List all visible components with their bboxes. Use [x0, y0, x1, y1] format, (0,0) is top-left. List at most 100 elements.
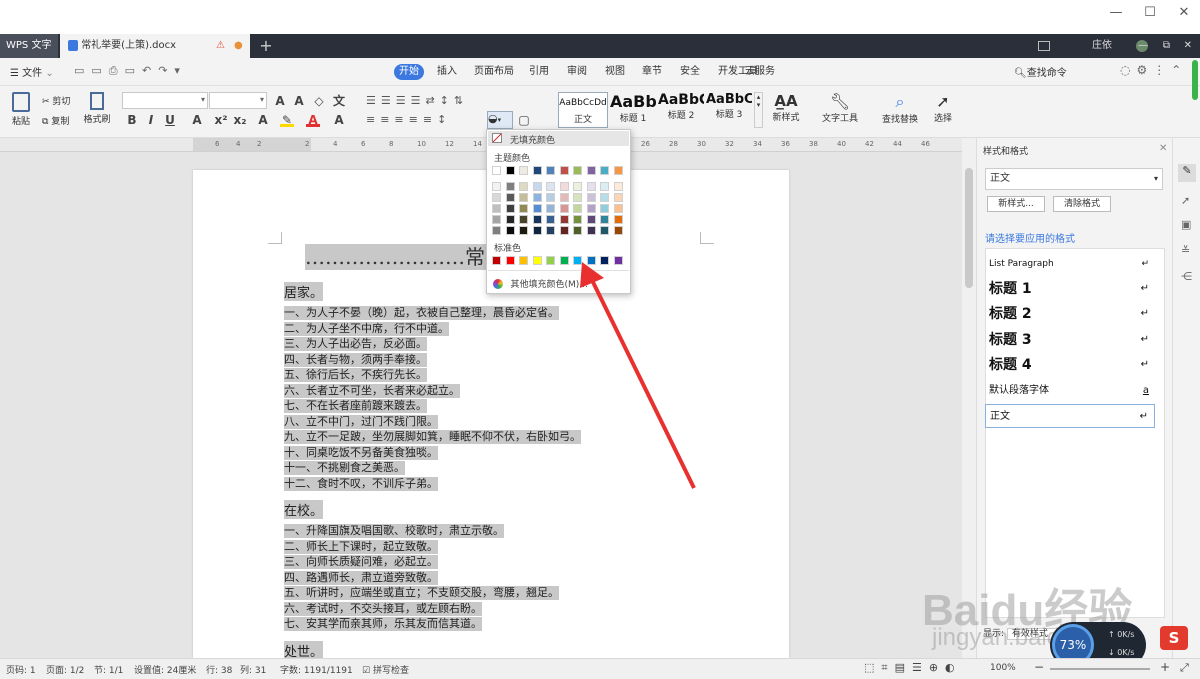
color-swatch[interactable]: [546, 204, 555, 213]
color-swatch[interactable]: [559, 256, 569, 265]
copy-button[interactable]: ⧉ 复制: [42, 114, 69, 127]
style-heading-3-item[interactable]: 标题 3 ↵: [985, 328, 1155, 352]
color-swatch[interactable]: [559, 215, 569, 224]
superscript-icon[interactable]: x²: [214, 113, 228, 127]
document-tab[interactable]: 常礼举要(上策).docx ⚠ ●: [60, 34, 250, 58]
color-swatch[interactable]: [505, 182, 515, 191]
color-swatch[interactable]: [600, 204, 609, 213]
paragraph-tools-top[interactable]: ☰☰☰☰⇄↕⇅: [366, 94, 468, 107]
color-swatch[interactable]: [532, 166, 542, 175]
color-swatch[interactable]: [600, 182, 609, 191]
color-swatch[interactable]: [505, 204, 515, 213]
color-swatch[interactable]: [505, 226, 515, 235]
format-painter-button[interactable]: 格式刷: [82, 92, 112, 125]
color-swatch[interactable]: [600, 226, 609, 235]
color-swatch[interactable]: [546, 166, 555, 175]
phonetic-icon[interactable]: 文: [332, 94, 346, 108]
grow-font-icon[interactable]: A: [273, 94, 287, 108]
color-swatch[interactable]: [546, 182, 555, 191]
color-swatch[interactable]: [519, 182, 528, 191]
color-swatch[interactable]: [559, 166, 569, 175]
style-normal[interactable]: AaBbCcDd 正文: [558, 92, 608, 128]
zoom-slider[interactable]: [1050, 668, 1150, 670]
color-swatch[interactable]: [546, 193, 555, 202]
color-swatch[interactable]: [600, 166, 609, 175]
current-style-select[interactable]: 正文 ▾: [985, 168, 1163, 190]
close-doc-icon[interactable]: ✕: [1184, 34, 1192, 58]
no-fill-option[interactable]: 无填充颜色: [488, 131, 629, 146]
italic-icon[interactable]: I: [144, 113, 158, 127]
top-right-icons[interactable]: ◌⚙⋮⌃: [1120, 63, 1187, 77]
color-swatch[interactable]: [586, 226, 596, 235]
search-command[interactable]: 🔍︎查找命令: [1014, 64, 1067, 79]
color-swatch[interactable]: [505, 166, 515, 175]
file-menu[interactable]: ☰ 文件 ⌄: [10, 64, 54, 79]
color-swatch[interactable]: [532, 204, 542, 213]
color-swatch[interactable]: [586, 204, 596, 213]
fullscreen-icon[interactable]: ⤢: [1180, 661, 1189, 675]
color-swatch[interactable]: [613, 166, 623, 175]
add-tab-button[interactable]: +: [256, 34, 276, 58]
style-default-font-item[interactable]: 默认段落字体 a: [985, 379, 1155, 403]
color-swatch[interactable]: [505, 193, 515, 202]
new-style-panel-button[interactable]: 新样式...: [987, 196, 1045, 212]
color-swatch[interactable]: [573, 215, 582, 224]
highlight-icon[interactable]: ✎: [280, 113, 294, 127]
color-swatch[interactable]: [573, 182, 582, 191]
color-swatch[interactable]: [613, 204, 623, 213]
color-swatch[interactable]: [586, 166, 596, 175]
tab-start[interactable]: 开始: [394, 64, 424, 80]
window-mode-icon[interactable]: [1038, 41, 1050, 51]
color-swatch[interactable]: [559, 204, 569, 213]
style-normal-item[interactable]: 正文 ↵: [985, 404, 1155, 428]
underline-icon[interactable]: U: [163, 113, 177, 127]
new-style-button[interactable]: A̲A 新样式: [768, 92, 804, 123]
view-mode-buttons[interactable]: ⬚⌗▤☰⊕◐: [864, 661, 962, 675]
wps-home-tab[interactable]: WPS 文字: [0, 34, 58, 58]
color-swatch[interactable]: [613, 193, 623, 202]
select-button[interactable]: ➚ 选择: [928, 92, 958, 124]
tab-page-layout[interactable]: 页面布局: [469, 64, 519, 80]
quick-access-toolbar[interactable]: ▭▭⎙▭↶↷▾: [74, 64, 187, 78]
box-icon[interactable]: ▣: [1181, 218, 1191, 231]
color-swatch[interactable]: [519, 256, 528, 265]
color-swatch[interactable]: [532, 193, 542, 202]
tab-view[interactable]: 视图: [600, 64, 630, 80]
style-heading-2[interactable]: AaBbC 标题 2: [658, 92, 704, 128]
color-swatch[interactable]: [519, 226, 528, 235]
minimize-button[interactable]: —: [1098, 0, 1134, 26]
paragraph-tools-bottom[interactable]: ≡≡≡≡≡↕: [366, 113, 451, 126]
font-color-icon[interactable]: A: [306, 113, 320, 127]
color-swatch[interactable]: [586, 215, 596, 224]
color-swatch[interactable]: [586, 182, 596, 191]
zoom-out-icon[interactable]: −: [1034, 660, 1044, 674]
style-heading-4-item[interactable]: 标题 4 ↵: [985, 353, 1155, 377]
color-swatch[interactable]: [559, 226, 569, 235]
clear-format-button[interactable]: 清除格式: [1053, 196, 1111, 212]
scroll-thumb[interactable]: [965, 168, 973, 288]
color-swatch[interactable]: [492, 215, 501, 224]
color-swatch[interactable]: [573, 193, 582, 202]
find-replace-button[interactable]: ⌕ 查找替换: [878, 92, 922, 125]
color-swatch[interactable]: [519, 204, 528, 213]
color-swatch[interactable]: [519, 193, 528, 202]
color-swatch[interactable]: [492, 256, 501, 265]
tab-review[interactable]: 审阅: [562, 64, 592, 80]
color-swatch[interactable]: [546, 226, 555, 235]
font-size-select[interactable]: ▾: [209, 92, 267, 109]
user-name[interactable]: 庄依: [1092, 34, 1112, 58]
color-swatch[interactable]: [559, 182, 569, 191]
paste-button[interactable]: 粘贴: [8, 92, 34, 127]
color-swatch[interactable]: [573, 166, 582, 175]
text-tools-button[interactable]: 🔧︎ 文字工具: [818, 92, 862, 124]
style-heading-1-item[interactable]: 标题 1 ↵: [985, 277, 1155, 301]
sliders-icon[interactable]: ≚: [1181, 244, 1190, 257]
cut-button[interactable]: ✂ 剪切: [42, 94, 70, 107]
style-heading-1[interactable]: AaBb 标题 1: [610, 92, 656, 128]
tab-cloud[interactable]: 云服务: [740, 64, 780, 80]
style-heading-2-item[interactable]: 标题 2 ↵: [985, 302, 1155, 326]
maximize-button[interactable]: ☐: [1132, 0, 1168, 26]
clear-format-icon[interactable]: ◇: [312, 94, 326, 108]
color-swatch[interactable]: [573, 204, 582, 213]
font-name-select[interactable]: ▾: [122, 92, 208, 109]
